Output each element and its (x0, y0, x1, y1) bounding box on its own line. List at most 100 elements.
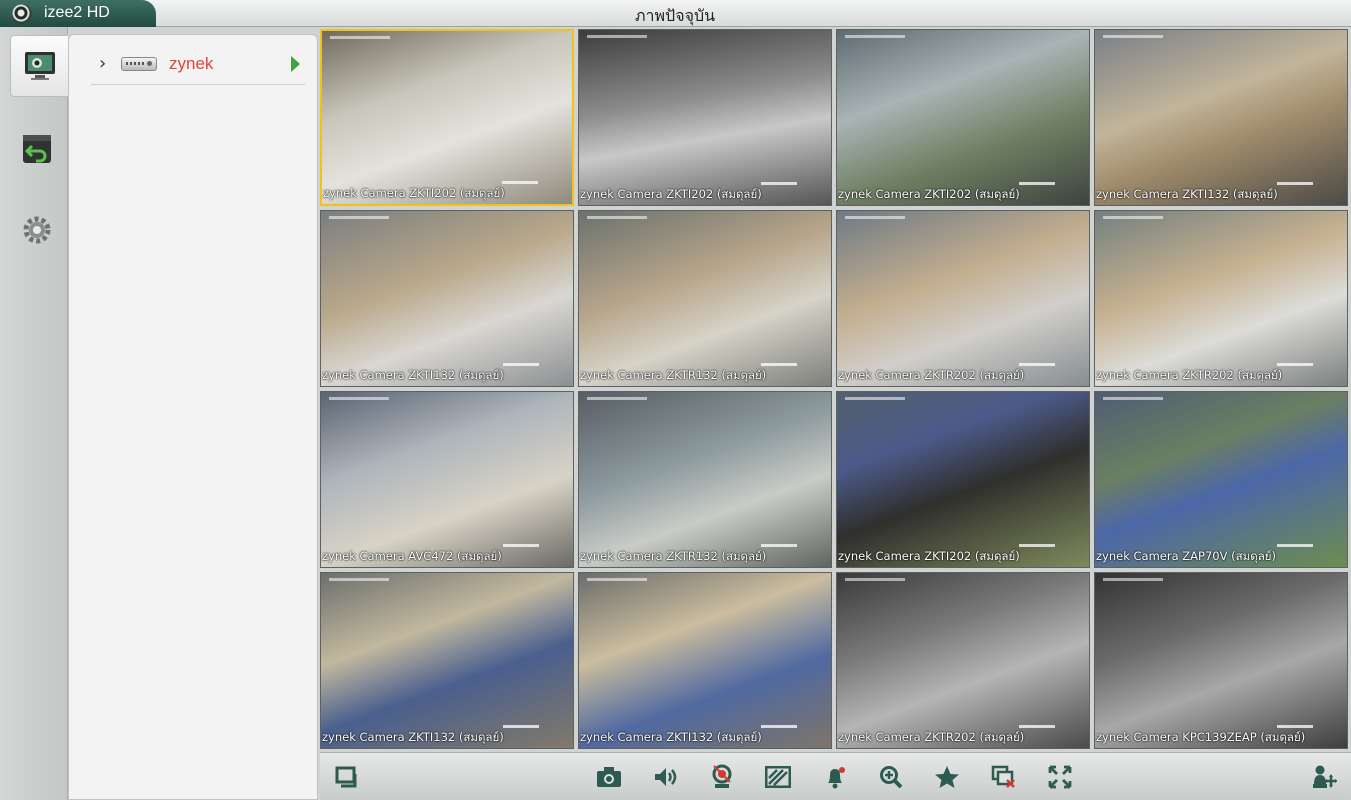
camera-feed-image (837, 573, 1089, 748)
app-name: izee2 HD (44, 4, 110, 21)
camera-id-overlay (1277, 544, 1313, 547)
ptz-control-button[interactable] (1310, 763, 1338, 791)
camera-view[interactable]: zynek Camera ZKTR202 (สมดุลย์) (836, 210, 1090, 387)
device-list-panel: › zynek (68, 34, 318, 800)
camera-feed-image (1095, 573, 1347, 748)
camera-label: zynek Camera KPC139ZEAP (สมดุลย์) (1096, 730, 1306, 744)
live-view-button[interactable] (10, 35, 68, 97)
camera-view[interactable]: zynek Camera ZKTR202 (สมดุลย์) (836, 572, 1090, 749)
split-layout-button[interactable] (334, 763, 362, 791)
camera-id-overlay (761, 544, 797, 547)
favorite-star-icon (935, 766, 959, 788)
camera-label: zynek Camera ZKTI132 (สมดุลย์) (322, 730, 504, 744)
camera-label: zynek Camera ZKTI202 (สมดุลย์) (323, 186, 505, 200)
camera-view[interactable]: zynek Camera ZKTI202 (สมดุลย์) (320, 29, 574, 206)
camera-id-overlay (761, 363, 797, 366)
settings-gear-icon (23, 216, 51, 244)
camera-label: zynek Camera ZKTI202 (สมดุลย์) (838, 549, 1020, 563)
favorite-button[interactable] (933, 763, 961, 791)
timestamp-overlay (1103, 578, 1163, 581)
device-item-zynek[interactable]: › zynek (91, 49, 305, 85)
timestamp-overlay (845, 578, 905, 581)
playback-icon (23, 135, 51, 163)
camera-feed-image (321, 211, 573, 386)
timestamp-overlay (329, 578, 389, 581)
camera-id-overlay (1277, 725, 1313, 728)
audio-button[interactable] (652, 763, 680, 791)
app-tab: izee2 HD (0, 0, 156, 27)
record-button[interactable] (708, 763, 736, 791)
timestamp-overlay (587, 578, 647, 581)
camera-feed-image (579, 30, 831, 205)
camera-feed-image (321, 392, 573, 567)
camera-view[interactable]: zynek Camera ZKTR132 (สมดุลย์) (578, 391, 832, 568)
split-layout-icon (335, 766, 357, 788)
camera-label: zynek Camera ZKTI202 (สมดุลย์) (580, 187, 762, 201)
fullscreen-button[interactable] (1046, 763, 1074, 791)
camera-id-overlay (502, 181, 538, 184)
camera-view[interactable]: zynek Camera ZKTR132 (สมดุลย์) (578, 210, 832, 387)
camera-id-overlay (1019, 363, 1055, 366)
zoom-in-icon (880, 766, 903, 789)
camera-view[interactable]: zynek Camera ZKTI132 (สมดุลย์) (578, 572, 832, 749)
camera-view[interactable]: zynek Camera ZKTI132 (สมดุลย์) (320, 210, 574, 387)
playback-button[interactable] (10, 119, 64, 181)
camera-label: zynek Camera ZAP70V (สมดุลย์) (1096, 549, 1276, 563)
title-bar: izee2 HD ภาพปัจจุบัน (0, 0, 1351, 27)
camera-label: zynek Camera ZKTR132 (สมดุลย์) (580, 368, 767, 382)
close-all-button[interactable] (990, 763, 1018, 791)
play-device-icon[interactable] (291, 56, 300, 72)
image-adjust-button[interactable] (764, 763, 792, 791)
timestamp-overlay (1103, 216, 1163, 219)
camera-label: zynek Camera ZKTR132 (สมดุลย์) (580, 549, 767, 563)
camera-feed-image (579, 392, 831, 567)
zoom-in-button[interactable] (877, 763, 905, 791)
camera-label: zynek Camera AVC472 (สมดุลย์) (322, 549, 502, 563)
snapshot-button[interactable] (595, 763, 623, 791)
camera-view[interactable]: zynek Camera AVC472 (สมดุลย์) (320, 391, 574, 568)
camera-label: zynek Camera ZKTR202 (สมดุลย์) (838, 730, 1025, 744)
camera-feed-image (837, 211, 1089, 386)
camera-id-overlay (1277, 182, 1313, 185)
camera-id-overlay (761, 182, 797, 185)
audio-speaker-icon (655, 768, 677, 786)
settings-button[interactable] (10, 199, 64, 261)
camera-feed-image (1095, 392, 1347, 567)
camera-view[interactable]: zynek Camera ZKTI132 (สมดุลย์) (1094, 29, 1348, 206)
camera-feed-image (1095, 30, 1347, 205)
snapshot-camera-icon (597, 767, 621, 787)
camera-feed-image (1095, 211, 1347, 386)
camera-label: zynek Camera ZKTR202 (สมดุลย์) (838, 368, 1025, 382)
camera-feed-image (837, 30, 1089, 205)
timestamp-overlay (587, 216, 647, 219)
timestamp-overlay (845, 35, 905, 38)
camera-view[interactable]: zynek Camera ZAP70V (สมดุลย์) (1094, 391, 1348, 568)
camera-view[interactable]: zynek Camera ZKTI202 (สมดุลย์) (578, 29, 832, 206)
bottom-toolbar (320, 752, 1351, 800)
nav-rail (0, 27, 68, 800)
camera-view[interactable]: zynek Camera ZKTI202 (สมดุลย์) (836, 391, 1090, 568)
image-adjust-icon (765, 766, 791, 788)
timestamp-overlay (845, 216, 905, 219)
camera-feed-image (837, 392, 1089, 567)
camera-view[interactable]: zynek Camera ZKTI132 (สมดุลย์) (320, 572, 574, 749)
camera-id-overlay (1277, 363, 1313, 366)
camera-label: zynek Camera ZKTI132 (สมดุลย์) (580, 730, 762, 744)
record-icon (712, 764, 732, 788)
page-title: ภาพปัจจุบัน (634, 6, 716, 25)
camera-logo-icon (12, 4, 32, 24)
timestamp-overlay (845, 397, 905, 400)
camera-feed-image (322, 31, 572, 204)
alarm-button[interactable] (821, 763, 849, 791)
device-name: zynek (169, 54, 214, 73)
camera-feed-image (579, 211, 831, 386)
camera-id-overlay (761, 725, 797, 728)
chevron-right-icon[interactable]: › (99, 53, 106, 74)
close-all-windows-icon (991, 765, 1015, 788)
camera-label: zynek Camera ZKTI132 (สมดุลย์) (322, 368, 504, 382)
timestamp-overlay (329, 397, 389, 400)
camera-view[interactable]: zynek Camera ZKTI202 (สมดุลย์) (836, 29, 1090, 206)
camera-view[interactable]: zynek Camera KPC139ZEAP (สมดุลย์) (1094, 572, 1348, 749)
camera-view[interactable]: zynek Camera ZKTR202 (สมดุลย์) (1094, 210, 1348, 387)
camera-id-overlay (1019, 725, 1055, 728)
